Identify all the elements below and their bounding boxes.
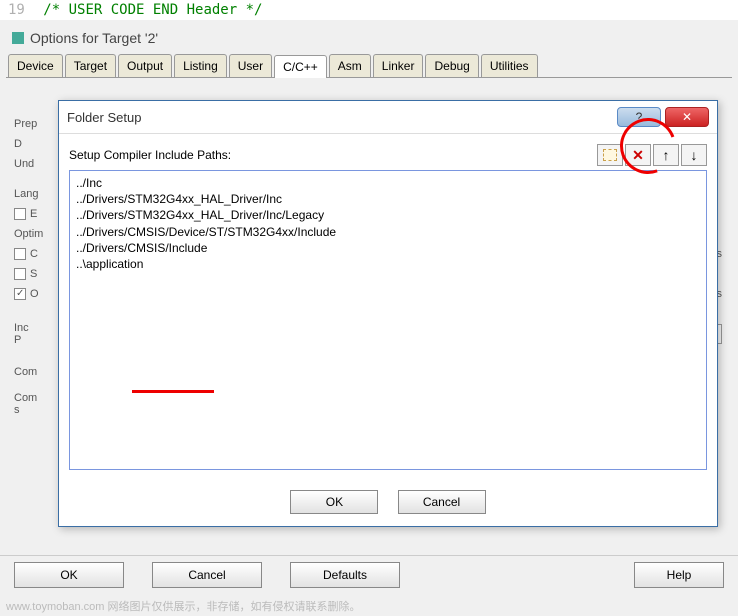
- tab-user[interactable]: User: [229, 54, 272, 77]
- dialog-button-row: OK Cancel: [59, 480, 717, 526]
- main-defaults-button[interactable]: Defaults: [290, 562, 400, 588]
- bg-label-inc-p: Inc P: [14, 322, 29, 346]
- delete-path-button[interactable]: ✕: [625, 144, 651, 166]
- folder-setup-dialog: Folder Setup ? ✕ Setup Compiler Include …: [58, 100, 718, 527]
- bg-checkbox-e[interactable]: [14, 208, 26, 220]
- bg-label-lang: Lang: [14, 188, 38, 200]
- main-button-row: OK Cancel Defaults Help: [0, 555, 738, 594]
- options-window: Options for Target '2' Device Target Out…: [0, 20, 738, 84]
- bg-checkbox-s[interactable]: [14, 268, 26, 280]
- tab-utilities[interactable]: Utilities: [481, 54, 538, 77]
- bg-label-d: D: [14, 138, 22, 150]
- bg-label-com-s: Com s: [14, 392, 37, 416]
- tab-device[interactable]: Device: [8, 54, 63, 77]
- bg-label-prep: Prep: [14, 118, 37, 130]
- move-up-button[interactable]: ↑: [653, 144, 679, 166]
- code-header-line: 19 /* USER CODE END Header */: [0, 0, 738, 20]
- arrow-down-icon: ↓: [691, 148, 698, 162]
- tab-strip: Device Target Output Listing User C/C++ …: [6, 54, 732, 78]
- tab-listing[interactable]: Listing: [174, 54, 227, 77]
- window-title-bar: Options for Target '2': [6, 26, 732, 50]
- main-ok-button[interactable]: OK: [14, 562, 124, 588]
- bg-checkbox-o[interactable]: [14, 288, 26, 300]
- setup-label: Setup Compiler Include Paths:: [69, 148, 595, 162]
- bg-label-e: E: [30, 208, 37, 220]
- app-icon: [12, 32, 24, 44]
- bg-label-com: Com: [14, 366, 37, 378]
- bg-label-und: Und: [14, 158, 34, 170]
- bg-label-o: O: [30, 288, 39, 300]
- bg-label-c: C: [30, 248, 38, 260]
- ok-button[interactable]: OK: [290, 490, 378, 514]
- bg-label-s: S: [30, 268, 37, 280]
- code-comment: /* USER CODE END Header */: [43, 2, 262, 18]
- watermark-text: www.toymoban.com 网络图片仅供展示，非存储，如有侵权请联系删除。: [6, 598, 360, 614]
- main-cancel-button[interactable]: Cancel: [152, 562, 262, 588]
- dialog-help-button[interactable]: ?: [617, 107, 661, 127]
- dialog-close-button[interactable]: ✕: [665, 107, 709, 127]
- delete-icon: ✕: [632, 147, 644, 164]
- setup-toolbar: Setup Compiler Include Paths: ✕ ↑ ↓: [69, 144, 707, 166]
- move-down-button[interactable]: ↓: [681, 144, 707, 166]
- tab-debug[interactable]: Debug: [425, 54, 478, 77]
- help-icon: ?: [636, 110, 643, 124]
- cancel-button[interactable]: Cancel: [398, 490, 486, 514]
- bg-label-optim: Optim: [14, 228, 43, 240]
- new-file-icon: [603, 149, 617, 161]
- main-help-button[interactable]: Help: [634, 562, 724, 588]
- tab-output[interactable]: Output: [118, 54, 172, 77]
- dialog-title-bar: Folder Setup ? ✕: [59, 101, 717, 134]
- tab-c-cpp[interactable]: C/C++: [274, 55, 327, 78]
- tab-target[interactable]: Target: [65, 54, 116, 77]
- line-number: 19: [8, 2, 25, 18]
- dialog-body: Setup Compiler Include Paths: ✕ ↑ ↓ ../I…: [59, 134, 717, 480]
- include-paths-list[interactable]: ../Inc ../Drivers/STM32G4xx_HAL_Driver/I…: [69, 170, 707, 470]
- close-icon: ✕: [682, 110, 692, 124]
- new-path-button[interactable]: [597, 144, 623, 166]
- arrow-up-icon: ↑: [663, 148, 670, 162]
- window-title: Options for Target '2': [30, 30, 158, 46]
- bg-checkbox-c[interactable]: [14, 248, 26, 260]
- dialog-title: Folder Setup: [67, 110, 141, 125]
- tab-asm[interactable]: Asm: [329, 54, 371, 77]
- tab-linker[interactable]: Linker: [373, 54, 424, 77]
